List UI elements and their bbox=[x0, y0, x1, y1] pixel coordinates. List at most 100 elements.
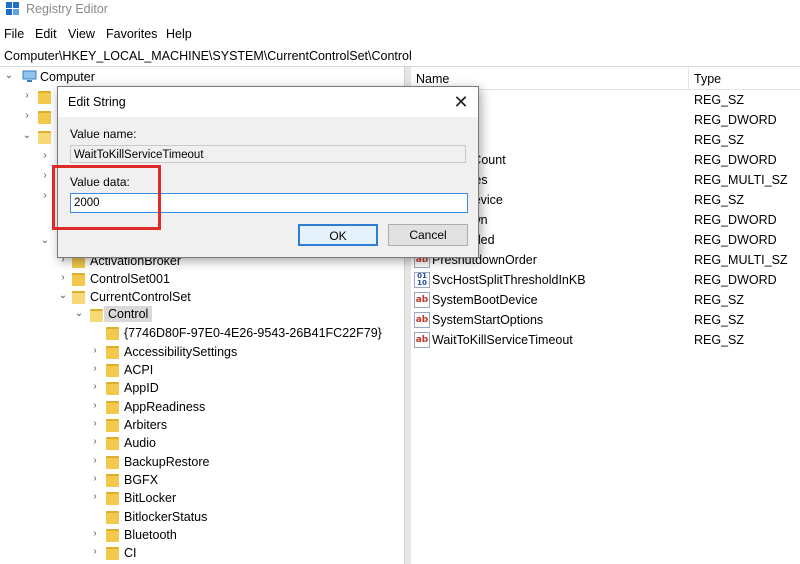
menu-edit[interactable]: Edit bbox=[35, 27, 57, 41]
tree-label: Audio bbox=[124, 436, 156, 450]
tree-item[interactable]: › AppID bbox=[0, 378, 404, 398]
menu-file[interactable]: File bbox=[4, 27, 24, 41]
tree-item[interactable]: BitlockerStatus bbox=[0, 507, 404, 527]
chevron-right-icon[interactable]: › bbox=[90, 381, 100, 392]
column-name-header[interactable]: Name bbox=[416, 72, 449, 86]
tree-label: {7746D80F-97E0-4E26-9543-26B41FC22F79} bbox=[124, 326, 382, 340]
value-name: SystemBootDevice bbox=[432, 293, 538, 307]
tree-item[interactable]: › bbox=[0, 107, 60, 127]
chevron-down-icon[interactable]: ⌄ bbox=[74, 308, 84, 319]
tree-label: CurrentControlSet bbox=[90, 290, 191, 304]
tree-item[interactable]: › bbox=[0, 147, 60, 167]
value-type: REG_SZ bbox=[694, 293, 745, 307]
chevron-right-icon[interactable]: › bbox=[58, 272, 68, 283]
dialog-title-bar[interactable]: Edit String ✕ bbox=[58, 87, 478, 117]
value-type: REG_SZ bbox=[694, 193, 745, 207]
ok-button[interactable]: OK bbox=[298, 224, 378, 246]
string-value-icon: ab bbox=[414, 332, 430, 348]
chevron-right-icon[interactable]: › bbox=[90, 546, 100, 557]
value-name: SvcHostSplitThresholdInKB bbox=[432, 273, 586, 287]
tree-item[interactable]: {7746D80F-97E0-4E26-9543-26B41FC22F79} bbox=[0, 323, 404, 343]
value-type: REG_DWORD bbox=[694, 213, 777, 227]
close-icon[interactable]: ✕ bbox=[450, 91, 472, 113]
tree-item[interactable]: › BGFX bbox=[0, 470, 404, 490]
menu-view[interactable]: View bbox=[68, 27, 95, 41]
chevron-right-icon[interactable]: › bbox=[90, 528, 100, 539]
tree-item[interactable]: › BackupRestore bbox=[0, 452, 404, 472]
chevron-down-icon[interactable]: ⌄ bbox=[22, 130, 32, 141]
folder-icon bbox=[106, 456, 119, 469]
folder-icon bbox=[72, 273, 85, 286]
computer-icon bbox=[22, 70, 37, 82]
tree-item[interactable]: › bbox=[0, 167, 60, 187]
tree-item[interactable]: ⌄ CurrentControlSet bbox=[0, 287, 404, 307]
folder-icon bbox=[106, 529, 119, 542]
address-path[interactable]: Computer\HKEY_LOCAL_MACHINE\SYSTEM\Curre… bbox=[4, 49, 412, 63]
chevron-right-icon[interactable]: › bbox=[90, 436, 100, 447]
chevron-right-icon[interactable]: › bbox=[40, 190, 50, 201]
chevron-down-icon[interactable]: ⌄ bbox=[40, 235, 50, 246]
chevron-right-icon[interactable]: › bbox=[90, 418, 100, 429]
tree-item[interactable]: › AccessibilitySettings bbox=[0, 342, 404, 362]
menu-help[interactable]: Help bbox=[166, 27, 192, 41]
chevron-right-icon[interactable]: › bbox=[90, 400, 100, 411]
chevron-right-icon[interactable]: › bbox=[90, 363, 100, 374]
value-row[interactable]: ab WaitToKillServiceTimeout REG_SZ bbox=[410, 330, 800, 350]
chevron-right-icon[interactable]: › bbox=[22, 110, 32, 121]
column-divider[interactable] bbox=[688, 67, 689, 89]
tree-item[interactable]: ⌄ bbox=[0, 232, 60, 252]
cancel-button[interactable]: Cancel bbox=[388, 224, 468, 246]
value-row[interactable]: 01 10 SvcHostSplitThresholdInKB REG_DWORD bbox=[410, 270, 800, 290]
value-name: WaitToKillServiceTimeout bbox=[432, 333, 573, 347]
tree-item[interactable]: › CI bbox=[0, 543, 404, 563]
tree-item[interactable]: › AppReadiness bbox=[0, 397, 404, 417]
column-type-header[interactable]: Type bbox=[694, 72, 721, 86]
value-row[interactable]: ab SystemBootDevice REG_SZ bbox=[410, 290, 800, 310]
tree-item[interactable]: › ControlSet001 bbox=[0, 269, 404, 289]
value-row[interactable]: ab SystemStartOptions REG_SZ bbox=[410, 310, 800, 330]
tree-label: Control bbox=[104, 306, 153, 322]
tree-item[interactable]: › bbox=[0, 87, 60, 107]
string-value-icon: ab bbox=[414, 312, 430, 328]
tree-item[interactable]: ⌄ bbox=[0, 127, 60, 147]
value-name: SystemStartOptions bbox=[432, 313, 544, 327]
tree-label: BitlockerStatus bbox=[124, 510, 208, 524]
value-type: REG_DWORD bbox=[694, 153, 777, 167]
chevron-right-icon[interactable]: › bbox=[40, 170, 50, 181]
tree-label: BackupRestore bbox=[124, 455, 210, 469]
chevron-down-icon[interactable]: ⌄ bbox=[58, 290, 68, 301]
tree-item[interactable]: › ACPI bbox=[0, 360, 404, 380]
tree-label: ACPI bbox=[124, 363, 154, 377]
folder-icon bbox=[106, 437, 119, 450]
highlight-annotation-box bbox=[52, 165, 161, 230]
folder-icon bbox=[106, 511, 119, 524]
folder-icon bbox=[106, 419, 119, 432]
tree-item[interactable]: › Arbiters bbox=[0, 415, 404, 435]
tree-item-selected[interactable]: ⌄ Control bbox=[0, 305, 404, 325]
chevron-right-icon[interactable]: › bbox=[90, 455, 100, 466]
tree-label: BGFX bbox=[124, 473, 159, 487]
chevron-right-icon[interactable]: › bbox=[90, 491, 100, 502]
tree-item-computer[interactable]: ⌄ Computer bbox=[0, 67, 404, 87]
tree-label: ControlSet001 bbox=[90, 272, 170, 286]
folder-open-icon bbox=[90, 309, 103, 322]
dword-value-icon: 01 10 bbox=[414, 272, 430, 288]
string-value-icon: ab bbox=[414, 292, 430, 308]
address-bar[interactable]: Computer\HKEY_LOCAL_MACHINE\SYSTEM\Curre… bbox=[0, 46, 800, 67]
folder-icon bbox=[106, 327, 119, 340]
tree-item[interactable]: › Audio bbox=[0, 433, 404, 453]
folder-open-icon bbox=[72, 291, 85, 304]
chevron-right-icon[interactable]: › bbox=[40, 150, 50, 161]
menu-bar: File Edit View Favorites Help bbox=[0, 24, 800, 44]
tree-item[interactable]: › BitLocker bbox=[0, 488, 404, 508]
chevron-down-icon[interactable]: ⌄ bbox=[4, 70, 14, 81]
folder-icon bbox=[106, 474, 119, 487]
chevron-right-icon[interactable]: › bbox=[90, 345, 100, 356]
chevron-right-icon[interactable]: › bbox=[90, 473, 100, 484]
value-type: REG_SZ bbox=[694, 313, 745, 327]
folder-icon bbox=[106, 401, 119, 414]
tree-item[interactable]: › bbox=[0, 187, 60, 207]
tree-item[interactable]: › Bluetooth bbox=[0, 525, 404, 545]
menu-favorites[interactable]: Favorites bbox=[106, 27, 157, 41]
chevron-right-icon[interactable]: › bbox=[22, 90, 32, 101]
